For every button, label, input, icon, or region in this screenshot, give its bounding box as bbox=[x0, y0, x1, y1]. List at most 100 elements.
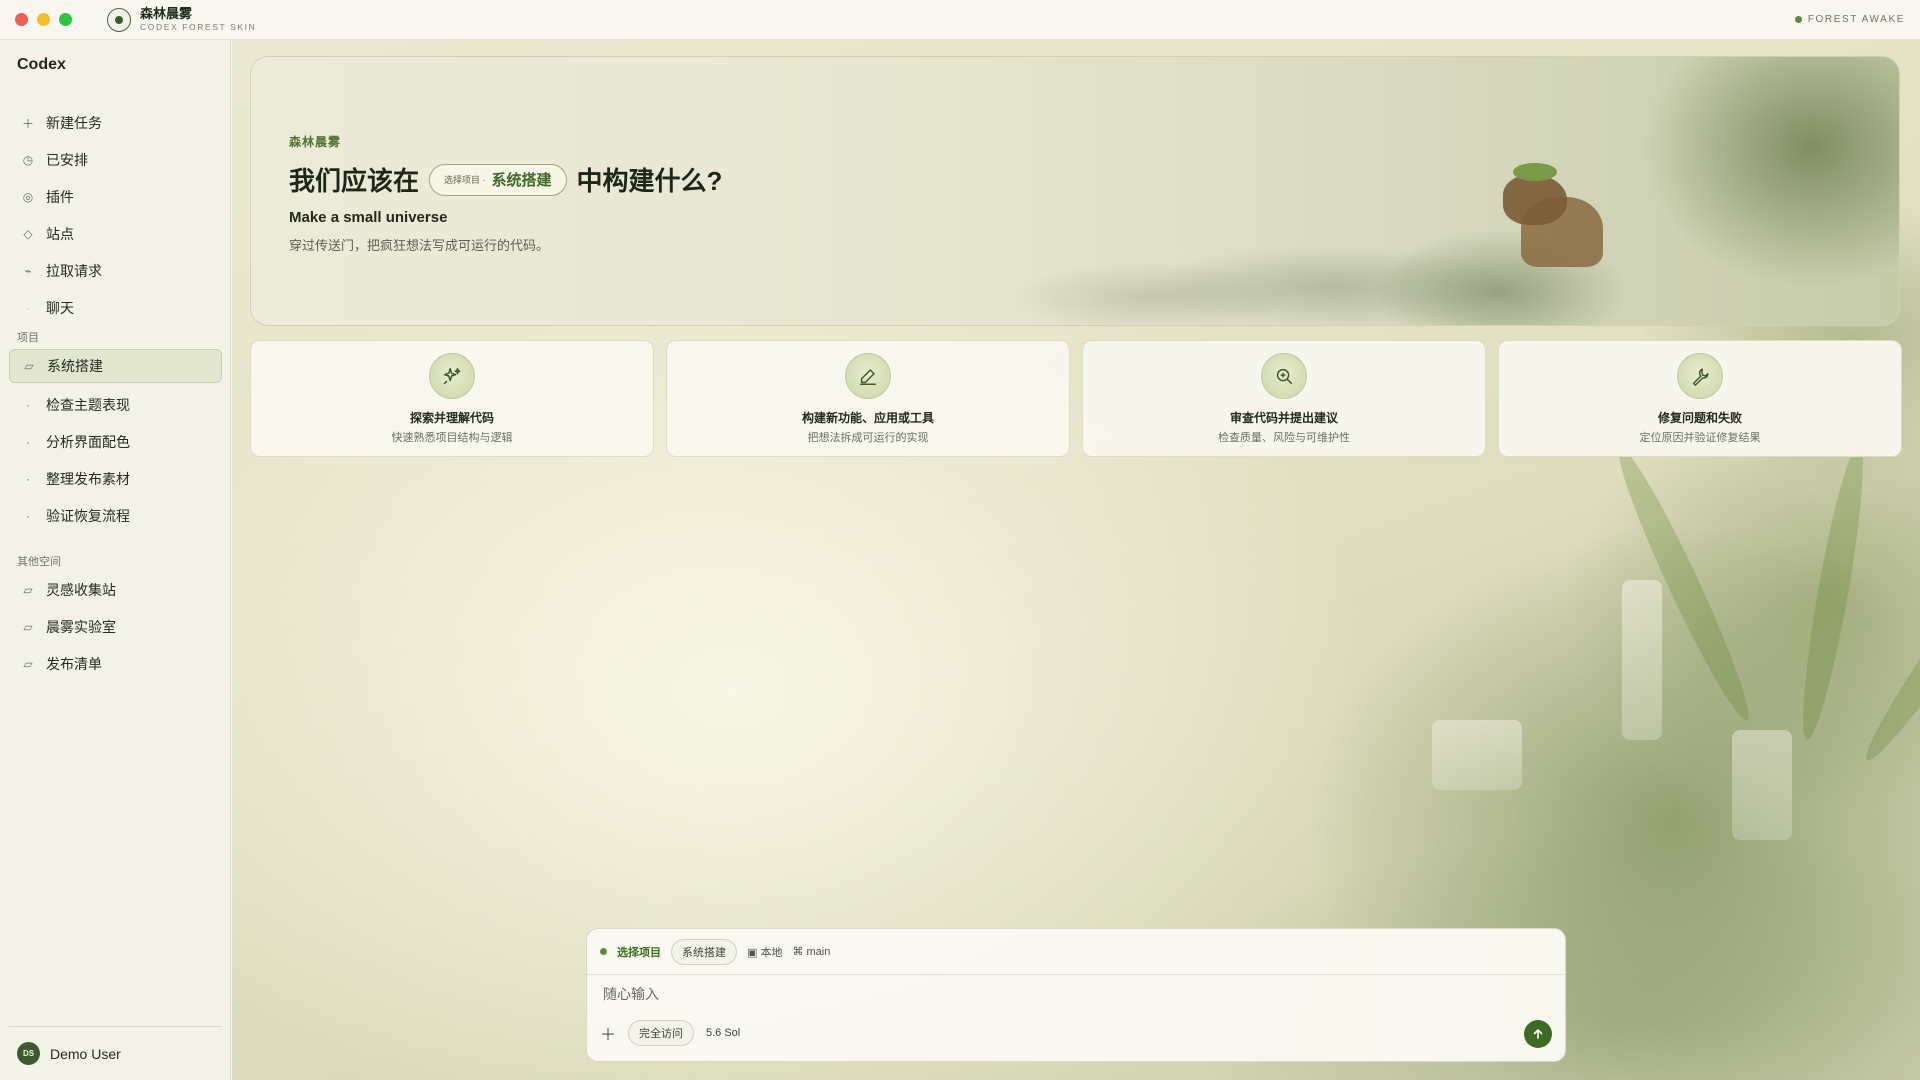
space-item[interactable]: ▱ 发布清单 bbox=[9, 647, 222, 681]
sparkle-icon bbox=[429, 353, 475, 399]
title-bar: 森林晨雾 CODEX FOREST SKIN FOREST AWAKE bbox=[0, 0, 1920, 40]
project-item[interactable]: · 分析界面配色 bbox=[9, 425, 222, 459]
nav-label: 拉取请求 bbox=[46, 263, 102, 279]
plugin-icon: ◎ bbox=[22, 190, 34, 204]
card-fix-issues[interactable]: 修复问题和失败 定位原因并验证修复结果 bbox=[1498, 340, 1902, 457]
main-area: 森林晨雾 我们应该在 选择项目 · 系统搭建 中构建什么? Make a sma… bbox=[232, 40, 1920, 1080]
status-dot-icon bbox=[600, 948, 607, 955]
status-text: FOREST AWAKE bbox=[1807, 14, 1905, 25]
dot-icon: · bbox=[26, 435, 30, 449]
space-label: 晨雾实验室 bbox=[46, 619, 116, 635]
nav-chat[interactable]: · 聊天 bbox=[9, 291, 222, 325]
send-button[interactable] bbox=[1524, 1020, 1552, 1048]
projects-section-label: 项目 bbox=[17, 332, 39, 344]
dot-icon: · bbox=[26, 509, 30, 523]
search-icon bbox=[1261, 353, 1307, 399]
select-project-button[interactable]: 选择项目 bbox=[617, 944, 661, 960]
access-mode-chip[interactable]: 完全访问 bbox=[628, 1020, 694, 1046]
leaf-hat-illustration bbox=[1513, 163, 1557, 181]
sidebar: Codex ＋ 新建任务 ◷ 已安排 ◎ 插件 ◇ 站点 ⌁ 拉取请求 · 聊天… bbox=[0, 40, 231, 1080]
card-title: 修复问题和失败 bbox=[1657, 411, 1742, 425]
chat-icon: · bbox=[26, 301, 30, 315]
card-title: 审查代码并提出建议 bbox=[1229, 411, 1338, 425]
other-spaces-section-label: 其他空间 bbox=[17, 556, 61, 568]
card-title: 探索并理解代码 bbox=[409, 411, 494, 425]
wrench-icon bbox=[1677, 353, 1723, 399]
folder-icon: ▱ bbox=[24, 359, 34, 373]
branch-selector[interactable]: ⌘ main bbox=[792, 945, 830, 958]
window-controls bbox=[15, 13, 72, 26]
folder-icon: ▱ bbox=[23, 583, 33, 597]
composer-context-bar: 选择项目 系统搭建 ▣ 本地 ⌘ main bbox=[587, 929, 1565, 975]
user-name: Demo User bbox=[50, 1045, 121, 1062]
nav-new-task[interactable]: ＋ 新建任务 bbox=[9, 106, 222, 140]
space-label: 灵感收集站 bbox=[46, 582, 116, 598]
project-chip[interactable]: 系统搭建 bbox=[671, 938, 737, 965]
hero-banner: 森林晨雾 我们应该在 选择项目 · 系统搭建 中构建什么? Make a sma… bbox=[250, 56, 1900, 326]
project-item[interactable]: · 检查主题表现 bbox=[9, 388, 222, 422]
dot-icon: · bbox=[26, 398, 30, 412]
card-description: 快速熟悉项目结构与逻辑 bbox=[391, 432, 513, 444]
nav-scheduled[interactable]: ◷ 已安排 bbox=[9, 143, 222, 177]
location-selector[interactable]: ▣ 本地 bbox=[747, 944, 782, 960]
space-label: 发布清单 bbox=[46, 656, 102, 672]
waterfall-decoration bbox=[1432, 720, 1522, 790]
arrow-up-icon bbox=[1533, 1029, 1543, 1039]
card-description: 把想法拆成可运行的实现 bbox=[807, 432, 929, 444]
nav-label: 聊天 bbox=[46, 300, 74, 316]
status-indicator: FOREST AWAKE bbox=[1794, 14, 1905, 25]
project-label: 检查主题表现 bbox=[46, 397, 130, 413]
space-item[interactable]: ▱ 晨雾实验室 bbox=[9, 610, 222, 644]
project-label: 分析界面配色 bbox=[46, 434, 130, 450]
maximize-window-button[interactable] bbox=[59, 13, 72, 26]
hero-title: 我们应该在 选择项目 · 系统搭建 中构建什么? bbox=[289, 161, 722, 198]
brand: 森林晨雾 CODEX FOREST SKIN bbox=[107, 7, 256, 32]
dot-icon: · bbox=[26, 472, 30, 486]
status-dot-icon bbox=[1794, 16, 1802, 23]
project-item[interactable]: · 验证恢复流程 bbox=[9, 499, 222, 533]
project-label: 系统搭建 bbox=[47, 358, 103, 374]
card-title: 构建新功能、应用或工具 bbox=[801, 411, 934, 425]
card-description: 定位原因并验证修复结果 bbox=[1639, 432, 1761, 444]
minimize-window-button[interactable] bbox=[37, 13, 50, 26]
user-profile[interactable]: DS Demo User bbox=[17, 1042, 121, 1065]
close-window-button[interactable] bbox=[15, 13, 28, 26]
pill-label: 选择项目 · bbox=[444, 175, 486, 185]
project-label: 整理发布素材 bbox=[46, 471, 130, 487]
composer: 选择项目 系统搭建 ▣ 本地 ⌘ main ＋ 完全访问 5.6 Sol bbox=[586, 928, 1566, 1062]
waterfall-decoration bbox=[1732, 730, 1792, 840]
card-build-feature[interactable]: 构建新功能、应用或工具 把想法拆成可运行的实现 bbox=[666, 340, 1070, 457]
diamond-icon: ◇ bbox=[23, 227, 33, 241]
add-attachment-button[interactable]: ＋ bbox=[600, 1021, 616, 1045]
project-label: 验证恢复流程 bbox=[46, 508, 130, 524]
fern-decoration bbox=[1854, 505, 1920, 769]
nav-plugins[interactable]: ◎ 插件 bbox=[9, 180, 222, 214]
hero-title-before: 我们应该在 bbox=[289, 166, 420, 196]
card-review-code[interactable]: 审查代码并提出建议 检查质量、风险与可维护性 bbox=[1082, 340, 1486, 457]
card-explore-code[interactable]: 探索并理解代码 快速熟悉项目结构与逻辑 bbox=[250, 340, 654, 457]
card-description: 检查质量、风险与可维护性 bbox=[1218, 432, 1350, 444]
space-item[interactable]: ▱ 灵感收集站 bbox=[9, 573, 222, 607]
nav-label: 插件 bbox=[46, 189, 74, 205]
project-item[interactable]: · 整理发布素材 bbox=[9, 462, 222, 496]
hero-eyebrow: 森林晨雾 bbox=[289, 135, 342, 149]
hero-subtitle: Make a small universe bbox=[289, 209, 448, 226]
nav-pull-requests[interactable]: ⌁ 拉取请求 bbox=[9, 254, 222, 288]
nav-label: 已安排 bbox=[46, 152, 88, 168]
hero-description: 穿过传送门，把疯狂想法写成可运行的代码。 bbox=[289, 238, 550, 253]
nav-sites[interactable]: ◇ 站点 bbox=[9, 217, 222, 251]
fern-decoration bbox=[1792, 441, 1874, 743]
avatar: DS bbox=[17, 1042, 40, 1065]
nav-label: 站点 bbox=[46, 226, 74, 242]
brand-subtitle: CODEX FOREST SKIN bbox=[140, 22, 257, 33]
folder-icon: ▱ bbox=[23, 657, 33, 671]
model-selector[interactable]: 5.6 Sol bbox=[706, 1027, 740, 1039]
hero-title-after: 中构建什么? bbox=[576, 166, 723, 196]
project-selector-pill[interactable]: 选择项目 · 系统搭建 bbox=[429, 163, 567, 196]
plus-icon: ＋ bbox=[21, 116, 34, 131]
brand-logo-icon bbox=[107, 7, 131, 32]
prompt-input[interactable] bbox=[603, 986, 1503, 1002]
brand-title: 森林晨雾 bbox=[140, 6, 193, 22]
capybara-head bbox=[1503, 175, 1567, 225]
project-item-active[interactable]: ▱ 系统搭建 bbox=[9, 349, 222, 383]
